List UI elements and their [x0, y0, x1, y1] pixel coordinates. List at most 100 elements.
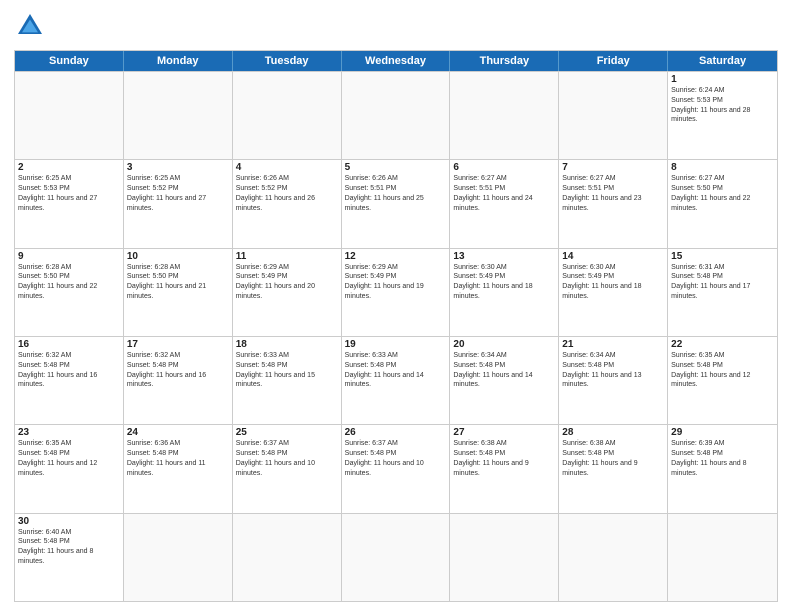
header-saturday: Saturday — [668, 51, 777, 71]
calendar-row-4: 23Sunrise: 6:35 AM Sunset: 5:48 PM Dayli… — [15, 424, 777, 512]
calendar-cell: 17Sunrise: 6:32 AM Sunset: 5:48 PM Dayli… — [124, 337, 233, 424]
cell-info: Sunrise: 6:27 AM Sunset: 5:51 PM Dayligh… — [562, 174, 664, 213]
cell-info: Sunrise: 6:28 AM Sunset: 5:50 PM Dayligh… — [127, 263, 229, 302]
calendar-cell: 26Sunrise: 6:37 AM Sunset: 5:48 PM Dayli… — [342, 425, 451, 512]
calendar-cell: 6Sunrise: 6:27 AM Sunset: 5:51 PM Daylig… — [450, 160, 559, 247]
calendar-cell — [124, 514, 233, 601]
day-number: 20 — [453, 339, 555, 350]
day-number: 30 — [18, 516, 120, 527]
calendar-cell: 29Sunrise: 6:39 AM Sunset: 5:48 PM Dayli… — [668, 425, 777, 512]
calendar-cell — [450, 72, 559, 159]
calendar: Sunday Monday Tuesday Wednesday Thursday… — [14, 50, 778, 602]
calendar-cell: 18Sunrise: 6:33 AM Sunset: 5:48 PM Dayli… — [233, 337, 342, 424]
day-number: 5 — [345, 162, 447, 173]
day-number: 3 — [127, 162, 229, 173]
cell-info: Sunrise: 6:28 AM Sunset: 5:50 PM Dayligh… — [18, 263, 120, 302]
cell-info: Sunrise: 6:37 AM Sunset: 5:48 PM Dayligh… — [345, 439, 447, 478]
day-number: 21 — [562, 339, 664, 350]
calendar-cell: 9Sunrise: 6:28 AM Sunset: 5:50 PM Daylig… — [15, 249, 124, 336]
calendar-cell: 15Sunrise: 6:31 AM Sunset: 5:48 PM Dayli… — [668, 249, 777, 336]
calendar-header: Sunday Monday Tuesday Wednesday Thursday… — [15, 51, 777, 71]
calendar-cell: 5Sunrise: 6:26 AM Sunset: 5:51 PM Daylig… — [342, 160, 451, 247]
cell-info: Sunrise: 6:26 AM Sunset: 5:51 PM Dayligh… — [345, 174, 447, 213]
day-number: 8 — [671, 162, 774, 173]
calendar-cell: 11Sunrise: 6:29 AM Sunset: 5:49 PM Dayli… — [233, 249, 342, 336]
cell-info: Sunrise: 6:25 AM Sunset: 5:52 PM Dayligh… — [127, 174, 229, 213]
calendar-cell: 12Sunrise: 6:29 AM Sunset: 5:49 PM Dayli… — [342, 249, 451, 336]
day-number: 24 — [127, 427, 229, 438]
day-number: 26 — [345, 427, 447, 438]
cell-info: Sunrise: 6:38 AM Sunset: 5:48 PM Dayligh… — [453, 439, 555, 478]
calendar-cell — [559, 514, 668, 601]
day-number: 15 — [671, 251, 774, 262]
logo-icon — [14, 10, 46, 42]
cell-info: Sunrise: 6:26 AM Sunset: 5:52 PM Dayligh… — [236, 174, 338, 213]
calendar-cell: 27Sunrise: 6:38 AM Sunset: 5:48 PM Dayli… — [450, 425, 559, 512]
cell-info: Sunrise: 6:40 AM Sunset: 5:48 PM Dayligh… — [18, 528, 120, 567]
header-tuesday: Tuesday — [233, 51, 342, 71]
calendar-row-0: 1Sunrise: 6:24 AM Sunset: 5:53 PM Daylig… — [15, 71, 777, 159]
header-monday: Monday — [124, 51, 233, 71]
calendar-cell: 4Sunrise: 6:26 AM Sunset: 5:52 PM Daylig… — [233, 160, 342, 247]
day-number: 28 — [562, 427, 664, 438]
day-number: 2 — [18, 162, 120, 173]
day-number: 22 — [671, 339, 774, 350]
cell-info: Sunrise: 6:35 AM Sunset: 5:48 PM Dayligh… — [671, 351, 774, 390]
day-number: 1 — [671, 74, 774, 85]
calendar-cell — [342, 514, 451, 601]
cell-info: Sunrise: 6:27 AM Sunset: 5:50 PM Dayligh… — [671, 174, 774, 213]
calendar-body: 1Sunrise: 6:24 AM Sunset: 5:53 PM Daylig… — [15, 71, 777, 601]
header-wednesday: Wednesday — [342, 51, 451, 71]
calendar-cell: 14Sunrise: 6:30 AM Sunset: 5:49 PM Dayli… — [559, 249, 668, 336]
cell-info: Sunrise: 6:32 AM Sunset: 5:48 PM Dayligh… — [18, 351, 120, 390]
calendar-cell: 23Sunrise: 6:35 AM Sunset: 5:48 PM Dayli… — [15, 425, 124, 512]
logo — [14, 10, 50, 42]
header — [14, 10, 778, 42]
calendar-cell — [668, 514, 777, 601]
page: Sunday Monday Tuesday Wednesday Thursday… — [0, 0, 792, 612]
header-sunday: Sunday — [15, 51, 124, 71]
cell-info: Sunrise: 6:31 AM Sunset: 5:48 PM Dayligh… — [671, 263, 774, 302]
calendar-row-1: 2Sunrise: 6:25 AM Sunset: 5:53 PM Daylig… — [15, 159, 777, 247]
calendar-cell — [233, 72, 342, 159]
calendar-cell: 21Sunrise: 6:34 AM Sunset: 5:48 PM Dayli… — [559, 337, 668, 424]
cell-info: Sunrise: 6:34 AM Sunset: 5:48 PM Dayligh… — [453, 351, 555, 390]
day-number: 19 — [345, 339, 447, 350]
calendar-cell: 7Sunrise: 6:27 AM Sunset: 5:51 PM Daylig… — [559, 160, 668, 247]
calendar-cell — [559, 72, 668, 159]
cell-info: Sunrise: 6:24 AM Sunset: 5:53 PM Dayligh… — [671, 86, 774, 125]
day-number: 6 — [453, 162, 555, 173]
cell-info: Sunrise: 6:37 AM Sunset: 5:48 PM Dayligh… — [236, 439, 338, 478]
calendar-cell: 1Sunrise: 6:24 AM Sunset: 5:53 PM Daylig… — [668, 72, 777, 159]
calendar-cell — [124, 72, 233, 159]
calendar-row-2: 9Sunrise: 6:28 AM Sunset: 5:50 PM Daylig… — [15, 248, 777, 336]
cell-info: Sunrise: 6:35 AM Sunset: 5:48 PM Dayligh… — [18, 439, 120, 478]
calendar-row-5: 30Sunrise: 6:40 AM Sunset: 5:48 PM Dayli… — [15, 513, 777, 601]
day-number: 23 — [18, 427, 120, 438]
calendar-cell: 16Sunrise: 6:32 AM Sunset: 5:48 PM Dayli… — [15, 337, 124, 424]
day-number: 14 — [562, 251, 664, 262]
calendar-cell: 8Sunrise: 6:27 AM Sunset: 5:50 PM Daylig… — [668, 160, 777, 247]
cell-info: Sunrise: 6:29 AM Sunset: 5:49 PM Dayligh… — [345, 263, 447, 302]
calendar-cell: 20Sunrise: 6:34 AM Sunset: 5:48 PM Dayli… — [450, 337, 559, 424]
day-number: 25 — [236, 427, 338, 438]
day-number: 16 — [18, 339, 120, 350]
calendar-cell — [233, 514, 342, 601]
header-thursday: Thursday — [450, 51, 559, 71]
cell-info: Sunrise: 6:27 AM Sunset: 5:51 PM Dayligh… — [453, 174, 555, 213]
calendar-cell: 3Sunrise: 6:25 AM Sunset: 5:52 PM Daylig… — [124, 160, 233, 247]
day-number: 11 — [236, 251, 338, 262]
cell-info: Sunrise: 6:30 AM Sunset: 5:49 PM Dayligh… — [453, 263, 555, 302]
day-number: 13 — [453, 251, 555, 262]
cell-info: Sunrise: 6:38 AM Sunset: 5:48 PM Dayligh… — [562, 439, 664, 478]
day-number: 18 — [236, 339, 338, 350]
calendar-cell — [450, 514, 559, 601]
calendar-cell: 13Sunrise: 6:30 AM Sunset: 5:49 PM Dayli… — [450, 249, 559, 336]
calendar-cell: 28Sunrise: 6:38 AM Sunset: 5:48 PM Dayli… — [559, 425, 668, 512]
cell-info: Sunrise: 6:39 AM Sunset: 5:48 PM Dayligh… — [671, 439, 774, 478]
day-number: 27 — [453, 427, 555, 438]
cell-info: Sunrise: 6:36 AM Sunset: 5:48 PM Dayligh… — [127, 439, 229, 478]
cell-info: Sunrise: 6:33 AM Sunset: 5:48 PM Dayligh… — [236, 351, 338, 390]
cell-info: Sunrise: 6:29 AM Sunset: 5:49 PM Dayligh… — [236, 263, 338, 302]
day-number: 29 — [671, 427, 774, 438]
